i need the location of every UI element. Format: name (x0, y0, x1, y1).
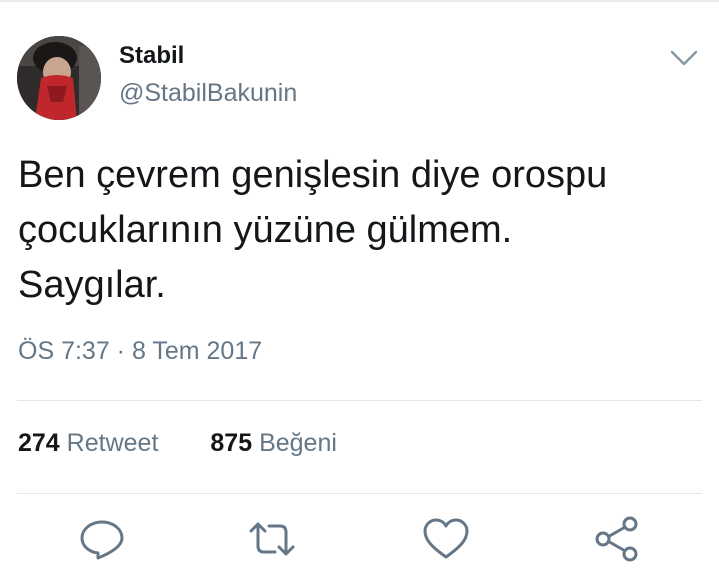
divider (17, 400, 702, 401)
tweet-text-line: Saygılar. (18, 264, 166, 306)
like-button[interactable] (422, 516, 470, 562)
reply-button[interactable] (78, 516, 126, 562)
tweet-text: Ben çevrem genişlesin diye orospu çocukl… (18, 148, 708, 313)
tweet-timestamp[interactable]: ÖS 7:37 · 8 Tem 2017 (18, 337, 262, 366)
retweet-button[interactable] (248, 516, 296, 562)
divider (17, 493, 702, 494)
retweet-count: 274 (18, 429, 60, 457)
like-stat[interactable]: 875 Beğeni (210, 429, 337, 458)
tweet-text-line: çocuklarının yüzüne gülmem. (18, 209, 513, 251)
tweet-text-line: Ben çevrem genişlesin diye orospu (18, 154, 608, 196)
retweet-stat[interactable]: 274 Retweet (18, 429, 158, 458)
like-label: Beğeni (259, 429, 337, 457)
avatar[interactable] (17, 36, 101, 120)
author-name[interactable]: Stabil (119, 42, 184, 70)
heart-icon (423, 518, 469, 559)
share-button[interactable] (592, 516, 640, 562)
retweet-icon (249, 522, 295, 556)
tweet-stats: 274 Retweet 875 Beğeni (18, 429, 337, 458)
like-count: 875 (210, 429, 253, 457)
chevron-down-icon[interactable] (667, 46, 701, 70)
share-icon (595, 516, 638, 562)
retweet-label: Retweet (66, 429, 159, 457)
reply-icon (80, 520, 124, 560)
top-border (0, 0, 719, 2)
author-handle[interactable]: @StabilBakunin (119, 79, 297, 108)
avatar-image (17, 36, 101, 120)
